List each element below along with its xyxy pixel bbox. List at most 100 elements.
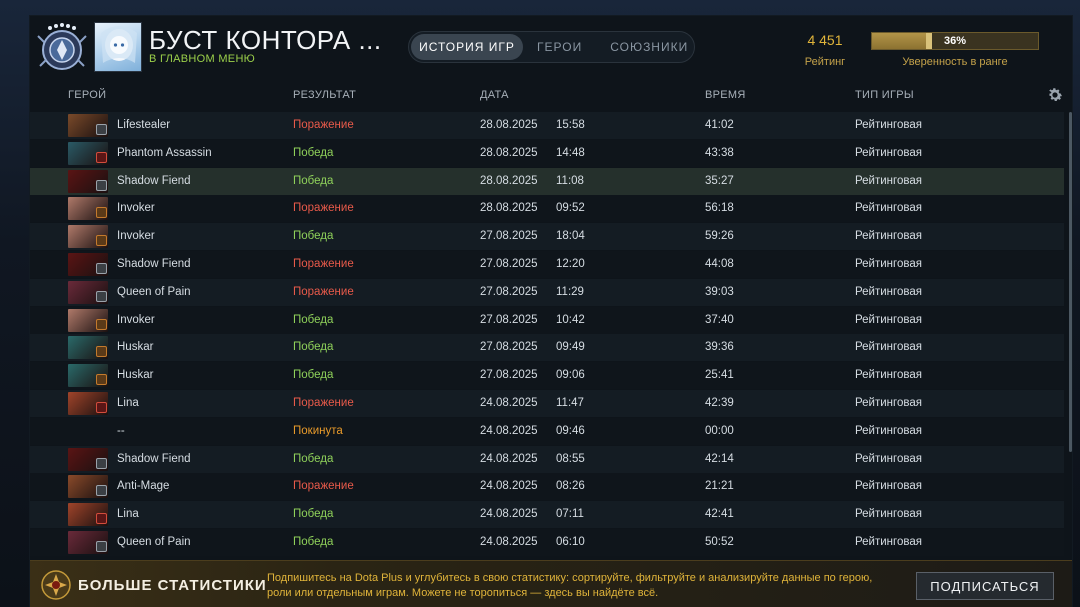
tab-match-history[interactable]: ИСТОРИЯ ИГР <box>411 34 523 60</box>
role-badge-icon <box>96 151 107 163</box>
cell-mode: Рейтинговая <box>855 313 922 326</box>
cell-date: 24.08.2025 <box>480 397 538 409</box>
cell-date: 28.08.2025 <box>480 119 538 131</box>
role-badge-icon <box>96 263 107 274</box>
cell-date: 24.08.2025 <box>480 508 538 521</box>
table-row[interactable]: Queen of Pain Поражение 27.08.2025 11:29 39:… <box>30 278 1064 306</box>
table-row[interactable]: Lina Победа 24.08.2025 07:11 42:41 Рейтингова… <box>30 501 1064 529</box>
column-header-hero[interactable]: ГЕРОЙ <box>68 89 106 101</box>
table-row[interactable]: Lifestealer Поражение 28.08.2025 15:58 41:02… <box>30 112 1064 139</box>
cell-result: Победа <box>293 230 334 243</box>
rating-value: 4 451 <box>807 32 843 48</box>
cell-mode: Рейтинговая <box>855 258 922 270</box>
cell-result: Победа <box>293 452 334 465</box>
cell-date: 27.08.2025 <box>480 258 538 270</box>
subscribe-button[interactable]: ПОДПИСАТЬСЯ <box>916 572 1054 600</box>
back-to-main-menu-link[interactable]: В ГЛАВНОМ МЕНЮ <box>149 53 255 65</box>
cell-result: Победа <box>293 341 334 354</box>
cell-date: 24.08.2025 <box>480 480 538 493</box>
cell-hero: Lina <box>117 508 139 521</box>
table-row[interactable]: Shadow Fiend Победа 28.08.2025 11:08 35:27 Ре… <box>30 167 1064 195</box>
cell-clock: 09:52 <box>556 202 585 215</box>
role-badge-icon <box>96 402 107 413</box>
cell-mode: Рейтинговая <box>855 174 922 187</box>
cell-mode: Рейтинговая <box>855 146 922 159</box>
profile-name: БУСТ КОНТОРА ... <box>149 25 382 55</box>
cell-result: Поражение <box>293 397 354 409</box>
cell-result: Победа <box>293 508 334 521</box>
table-row[interactable]: Queen of Pain Победа 24.08.2025 06:10 50:52 Р… <box>30 529 1064 556</box>
cell-date: 27.08.2025 <box>480 230 538 243</box>
cell-clock: 14:48 <box>556 146 585 159</box>
cell-hero: Queen of Pain <box>117 285 191 298</box>
cell-hero: Anti-Mage <box>117 480 170 493</box>
cell-date: 28.08.2025 <box>480 202 538 215</box>
column-header-time[interactable]: ВРЕМЯ <box>705 89 746 101</box>
cell-date: 24.08.2025 <box>480 536 538 548</box>
cell-result: Поражение <box>293 202 354 215</box>
cell-result: Победа <box>293 146 334 159</box>
cell-hero: Huskar <box>117 369 154 382</box>
table-column-headers: ГЕРОЙ РЕЗУЛЬТАТ ДАТА ВРЕМЯ ТИП ИГРЫ <box>30 86 1072 106</box>
rank-medal-icon[interactable] <box>36 22 88 74</box>
cell-result: Покинута <box>293 424 343 437</box>
cell-duration: 21:21 <box>705 480 734 493</box>
cell-hero: Invoker <box>117 313 155 326</box>
column-header-result[interactable]: РЕЗУЛЬТАТ <box>293 89 356 101</box>
table-row[interactable]: Invoker Победа 27.08.2025 18:04 59:26 Рейтинг… <box>30 223 1064 251</box>
table-row[interactable]: Lina Поражение 24.08.2025 11:47 42:39 Рейтинг… <box>30 390 1064 417</box>
gear-icon[interactable] <box>1046 86 1064 104</box>
cell-duration: 35:27 <box>705 174 734 187</box>
cell-result: Победа <box>293 369 334 382</box>
table-row[interactable]: Anti-Mage Поражение 24.08.2025 08:26 21:21 Ре… <box>30 473 1064 501</box>
dota-plus-icon <box>41 570 71 600</box>
cell-mode: Рейтинговая <box>855 369 922 382</box>
column-header-date[interactable]: ДАТА <box>480 89 509 101</box>
table-row[interactable]: Invoker Поражение 28.08.2025 09:52 56:18 Рейт… <box>30 195 1064 223</box>
tab-heroes[interactable]: ГЕРОИ <box>523 34 596 60</box>
table-row[interactable]: Shadow Fiend Победа 24.08.2025 08:55 42:14 Ре… <box>30 445 1064 473</box>
cell-hero: Shadow Fiend <box>117 174 191 187</box>
table-row[interactable]: Shadow Fiend Поражение 27.08.2025 12:20 44:0… <box>30 251 1064 278</box>
rating-label: Рейтинг <box>804 56 846 68</box>
tab-bar: ИСТОРИЯ ИГР ГЕРОИ СОЮЗНИКИ <box>408 31 695 63</box>
table-row[interactable]: -- Покинута 24.08.2025 09:46 00:00 Рейтингова… <box>30 417 1064 445</box>
column-header-mode[interactable]: ТИП ИГРЫ <box>855 89 914 101</box>
cell-hero: Queen of Pain <box>117 536 191 548</box>
cell-result: Поражение <box>293 285 354 298</box>
cell-hero: Invoker <box>117 202 155 215</box>
cell-clock: 09:06 <box>556 369 585 382</box>
cell-result: Поражение <box>293 258 354 270</box>
table-row[interactable]: Invoker Победа 27.08.2025 10:42 37:40 Рейтинг… <box>30 306 1064 334</box>
cell-duration: 44:08 <box>705 258 734 270</box>
cell-mode: Рейтинговая <box>855 452 922 465</box>
banner-description: Подпишитесь на Dota Plus и углубитесь в … <box>267 572 873 599</box>
avatar-image <box>101 26 137 63</box>
cell-hero: Invoker <box>117 230 155 243</box>
match-history-table: Lifestealer Поражение 28.08.2025 15:58 41:02… <box>30 112 1064 560</box>
role-badge-icon <box>96 290 107 302</box>
cell-clock: 11:47 <box>556 397 584 409</box>
cell-clock: 11:08 <box>556 174 584 187</box>
cell-hero: Lina <box>117 397 139 409</box>
table-row[interactable]: Huskar Победа 27.08.2025 09:49 39:36 Рейтинго… <box>30 334 1064 362</box>
cell-hero: Lifestealer <box>117 119 171 131</box>
table-row[interactable]: Phantom Assassin Победа 28.08.2025 14:48 43:… <box>30 139 1064 167</box>
table-row[interactable]: Huskar Победа 27.08.2025 09:06 25:41 Рейтинго… <box>30 362 1064 390</box>
role-badge-icon <box>96 179 107 191</box>
role-badge-icon <box>96 485 107 497</box>
dota-plus-banner: БОЛЬШЕ СТАТИСТИКИ Подпишитесь на Dota Pl… <box>30 560 1072 607</box>
cell-result: Поражение <box>293 119 354 131</box>
table-scrollbar[interactable] <box>1069 112 1072 452</box>
cell-mode: Рейтинговая <box>855 230 922 243</box>
avatar[interactable] <box>94 22 142 72</box>
tab-allies[interactable]: СОЮЗНИКИ <box>596 34 702 60</box>
role-badge-icon <box>96 207 107 219</box>
cell-date: 24.08.2025 <box>480 424 538 437</box>
cell-result: Победа <box>293 536 334 548</box>
cell-duration: 39:03 <box>705 285 734 298</box>
cell-duration: 37:40 <box>705 313 734 326</box>
cell-date: 27.08.2025 <box>480 369 538 382</box>
cell-clock: 09:49 <box>556 341 585 354</box>
cell-mode: Рейтинговая <box>855 536 922 548</box>
